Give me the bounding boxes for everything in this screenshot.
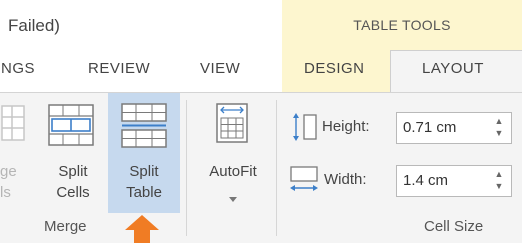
annotation-arrow-icon bbox=[125, 215, 159, 243]
autofit-icon bbox=[216, 103, 248, 143]
height-stepper[interactable]: ▲ ▼ bbox=[493, 115, 505, 139]
table-tools-contextual-header: TABLE TOOLS bbox=[282, 0, 522, 50]
column-width-icon bbox=[290, 166, 318, 191]
width-stepper[interactable]: ▲ ▼ bbox=[493, 168, 505, 192]
tab-view[interactable]: VIEW bbox=[200, 60, 240, 77]
split-table-label-line1: Split bbox=[129, 163, 159, 180]
spin-up-icon[interactable]: ▲ bbox=[493, 168, 505, 180]
width-input[interactable]: 1.4 cm ▲ ▼ bbox=[396, 165, 512, 197]
spin-up-icon[interactable]: ▲ bbox=[493, 115, 505, 127]
tab-design[interactable]: DESIGN bbox=[304, 60, 365, 77]
tab-review[interactable]: REVIEW bbox=[88, 60, 150, 77]
merge-group-label: Merge bbox=[44, 218, 87, 235]
group-separator bbox=[186, 100, 187, 236]
split-table-icon bbox=[121, 103, 167, 148]
split-cells-label-line2: Cells bbox=[56, 184, 90, 201]
width-value: 1.4 cm bbox=[403, 172, 449, 189]
spin-down-icon[interactable]: ▼ bbox=[493, 180, 505, 192]
autofit-button[interactable]: AutoFit bbox=[196, 100, 270, 212]
merge-cells-label-line1: ge bbox=[0, 163, 17, 180]
spin-down-icon[interactable]: ▼ bbox=[493, 127, 505, 139]
split-table-label-line2: Table bbox=[126, 184, 162, 201]
autofit-label: AutoFit bbox=[209, 163, 257, 180]
table-tools-label: TABLE TOOLS bbox=[353, 17, 451, 33]
chevron-down-icon bbox=[229, 197, 237, 202]
tab-mailings-partial[interactable]: NGS bbox=[1, 60, 35, 77]
split-cells-icon bbox=[48, 104, 94, 146]
split-cells-label-line1: Split bbox=[58, 163, 88, 180]
cell-size-group-label: Cell Size bbox=[424, 218, 484, 235]
window-title: Failed) bbox=[8, 16, 60, 35]
height-label: Height: bbox=[322, 118, 370, 135]
width-label: Width: bbox=[324, 171, 367, 188]
merge-cells-button[interactable] bbox=[0, 104, 28, 144]
tab-layout[interactable]: LAYOUT bbox=[422, 60, 484, 77]
group-separator bbox=[276, 100, 277, 236]
merge-cells-icon bbox=[1, 105, 25, 141]
height-input[interactable]: 0.71 cm ▲ ▼ bbox=[396, 112, 512, 144]
row-height-icon bbox=[293, 113, 317, 141]
merge-cells-label-line2: ls bbox=[0, 184, 11, 201]
height-value: 0.71 cm bbox=[403, 119, 457, 136]
